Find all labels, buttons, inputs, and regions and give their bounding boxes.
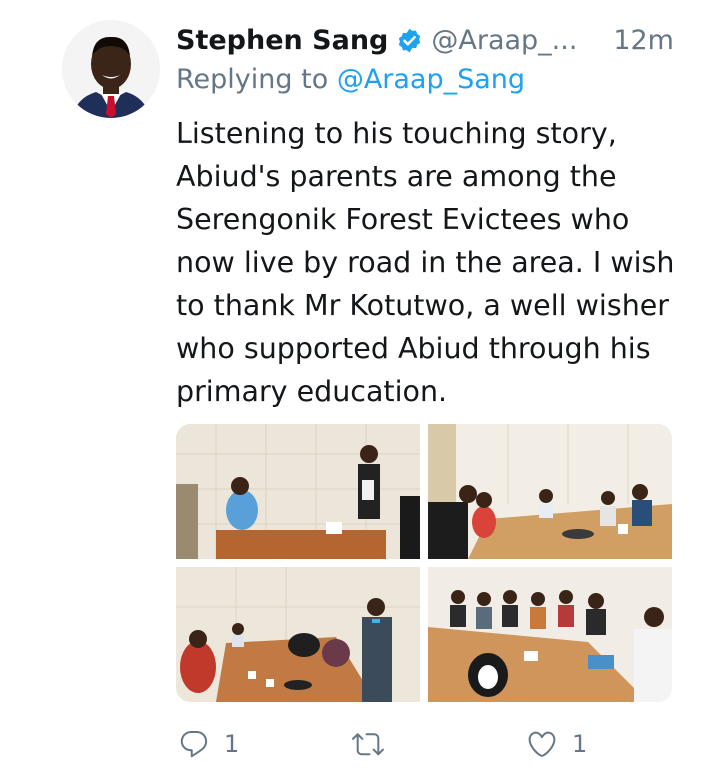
reply-count: 1	[224, 730, 240, 758]
author-handle[interactable]: @Araap_...	[431, 25, 577, 56]
author-name[interactable]: Stephen Sang	[176, 25, 388, 56]
media-grid	[176, 424, 672, 702]
heart-icon	[528, 731, 556, 757]
tweet-timestamp[interactable]: 12m	[613, 25, 674, 56]
photo-office-meeting[interactable]	[176, 424, 420, 559]
retweet-icon	[352, 733, 384, 756]
replying-to-label: Replying to	[176, 64, 337, 95]
tweet-actions: 1 1	[176, 724, 680, 764]
photo-conference-room[interactable]	[428, 424, 672, 559]
tweet-text: Listening to his touching story, Abiud's…	[176, 117, 675, 408]
replying-to-link[interactable]: @Araap_Sang	[337, 64, 525, 95]
like-count: 1	[572, 730, 588, 758]
verified-badge-icon	[396, 27, 423, 54]
avatar[interactable]	[62, 20, 160, 118]
photo-boardroom[interactable]	[428, 567, 672, 702]
replying-to: Replying to @Araap_Sang	[176, 64, 525, 95]
reply-action[interactable]: 1	[178, 724, 239, 764]
like-action[interactable]: 1	[526, 724, 587, 764]
tweet-header: Stephen Sang @Araap_... 12m	[176, 18, 674, 62]
photo-group-table[interactable]	[176, 567, 420, 702]
reply-icon	[180, 730, 208, 758]
retweet-action[interactable]	[352, 724, 398, 764]
avatar-image	[62, 20, 160, 118]
